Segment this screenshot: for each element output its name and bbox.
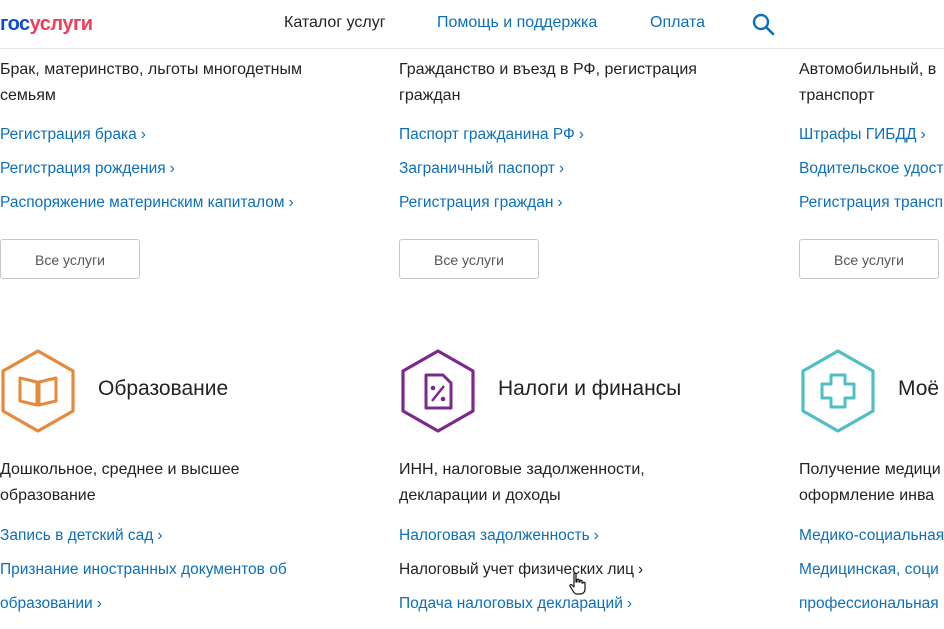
link-gibdd-fines[interactable]: Штрафы ГИБДД › (799, 126, 926, 144)
chevron-right-icon: › (140, 126, 146, 143)
chevron-right-icon: › (288, 194, 294, 211)
chevron-right-icon: › (559, 160, 565, 177)
nav-help-support[interactable]: Помощь и поддержка (437, 14, 597, 32)
hand-pointer-cursor-icon (569, 572, 586, 595)
chevron-right-icon: › (637, 561, 644, 578)
category-title-education[interactable]: Образование (98, 377, 228, 401)
chevron-right-icon: › (593, 527, 599, 544)
link-medical-social-2[interactable]: Медицинская, соци (799, 561, 944, 579)
chevron-right-icon: › (557, 194, 563, 211)
search-icon[interactable] (751, 12, 775, 36)
tax-document-icon (401, 349, 475, 433)
link-foreign-docs-recognition[interactable]: Признание иностранных документов об (0, 561, 287, 579)
link-citizen-registration[interactable]: Регистрация граждан › (399, 194, 563, 212)
link-medical-social[interactable]: Медико-социальная (799, 527, 944, 545)
category-description: Гражданство и въезд в РФ, регистрация гр… (399, 61, 697, 104)
medical-cross-icon (801, 349, 875, 433)
category-health: Получение медици оформление инва (799, 457, 944, 509)
all-services-button[interactable]: Все услуги (399, 239, 539, 279)
link-passport-rf[interactable]: Паспорт гражданина РФ › (399, 126, 584, 144)
all-services-button[interactable]: Все услуги (799, 239, 939, 279)
category-transport: Автомобильный, в транспорт (799, 57, 944, 117)
category-education: Дошкольное, среднее и высшее образование (0, 457, 380, 509)
chevron-right-icon: › (578, 126, 584, 143)
category-description: Брак, материнство, льготы многодетным се… (0, 61, 302, 104)
chevron-right-icon: › (96, 595, 102, 612)
chevron-right-icon: › (169, 160, 175, 177)
site-header: госуслуги Каталог услуг Помощь и поддерж… (0, 0, 944, 49)
category-family: Брак, материнство, льготы многодетным се… (0, 57, 380, 109)
category-description: Дошкольное, среднее и высшее образование (0, 461, 240, 504)
link-professional[interactable]: профессиональная (799, 595, 944, 613)
link-maternity-capital[interactable]: Распоряжение материнским капиталом › (0, 194, 294, 212)
nav-catalog[interactable]: Каталог услуг (284, 14, 386, 32)
category-taxes: ИНН, налоговые задолженности, декларации… (399, 457, 779, 509)
link-individual-tax-record[interactable]: Налоговый учет физических лиц › (399, 561, 643, 579)
chevron-right-icon: › (157, 527, 163, 544)
link-birth-registration[interactable]: Регистрация рождения › (0, 160, 175, 178)
link-vehicle-registration[interactable]: Регистрация трансп (799, 194, 944, 212)
category-title-health[interactable]: Моё (898, 377, 939, 401)
category-description: Получение медици оформление инва (799, 461, 941, 504)
link-driver-license[interactable]: Водительское удост (799, 160, 944, 178)
link-tax-declarations[interactable]: Подача налоговых деклараций › (399, 595, 632, 613)
nav-payment[interactable]: Оплата (650, 14, 705, 32)
chevron-right-icon: › (626, 595, 633, 612)
link-kindergarten[interactable]: Запись в детский сад › (0, 527, 163, 545)
gosuslugi-logo[interactable]: госуслуги (0, 13, 93, 36)
category-description: Автомобильный, в транспорт (799, 61, 937, 104)
link-foreign-passport[interactable]: Заграничный паспорт › (399, 160, 564, 178)
link-marriage-registration[interactable]: Регистрация брака › (0, 126, 146, 144)
link-foreign-docs-recognition-cont[interactable]: образовании › (0, 595, 102, 613)
category-description: ИНН, налоговые задолженности, декларации… (399, 461, 645, 504)
book-icon (1, 349, 75, 433)
all-services-button[interactable]: Все услуги (0, 239, 140, 279)
category-citizenship: Гражданство и въезд в РФ, регистрация гр… (399, 57, 779, 109)
chevron-right-icon: › (920, 126, 926, 143)
category-title-taxes[interactable]: Налоги и финансы (498, 377, 681, 401)
link-tax-debt[interactable]: Налоговая задолженность › (399, 527, 599, 545)
